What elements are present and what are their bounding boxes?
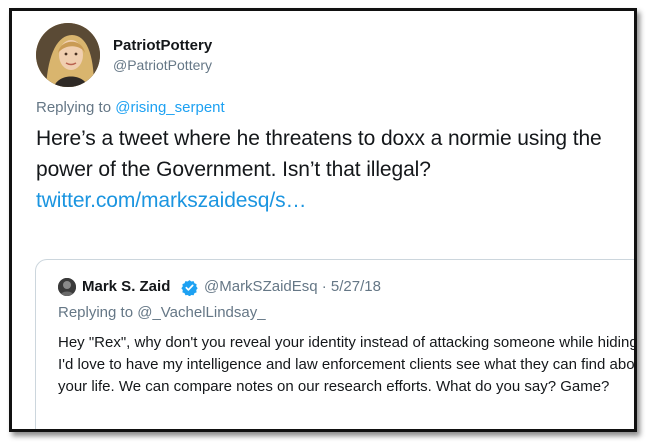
quoted-tweet-card[interactable]: Mark S. Zaid @MarkSZaidEsq · 5/27/18 Rep… [35, 259, 637, 429]
quoted-tweet-text: Hey "Rex", why don't you reveal your ide… [58, 334, 637, 395]
tweet-body: Here’s a tweet where he threatens to dox… [36, 123, 634, 216]
replying-to-line: Replying to @rising_serpent [36, 99, 225, 116]
user-avatar[interactable] [36, 23, 100, 87]
quoted-display-name: Mark S. Zaid [82, 278, 171, 295]
replying-to-link[interactable]: @rising_serpent [115, 99, 224, 116]
quoted-replying-to-label: Replying to [58, 304, 138, 321]
tweet-text: Here’s a tweet where he threatens to dox… [36, 127, 602, 181]
verified-badge-icon [181, 280, 198, 296]
user-handle[interactable]: @PatriotPottery [113, 57, 212, 73]
quoted-avatar-photo-icon [58, 278, 76, 296]
user-display-name[interactable]: PatriotPottery [113, 37, 212, 54]
quoted-handle-and-date: @MarkSZaidEsq · 5/27/18 [204, 278, 381, 295]
quoted-user-avatar [58, 278, 76, 296]
screenshot-frame: PatriotPottery @PatriotPottery Replying … [9, 8, 637, 432]
avatar-photo-icon [36, 23, 100, 87]
quoted-replying-to-link: @_VachelLindsay_ [137, 304, 266, 321]
replying-to-label: Replying to [36, 99, 116, 116]
quoted-replying-to-line: Replying to @_VachelLindsay_ [58, 304, 266, 321]
tweet-link[interactable]: twitter.com/markszaidesq/s… [36, 189, 306, 212]
